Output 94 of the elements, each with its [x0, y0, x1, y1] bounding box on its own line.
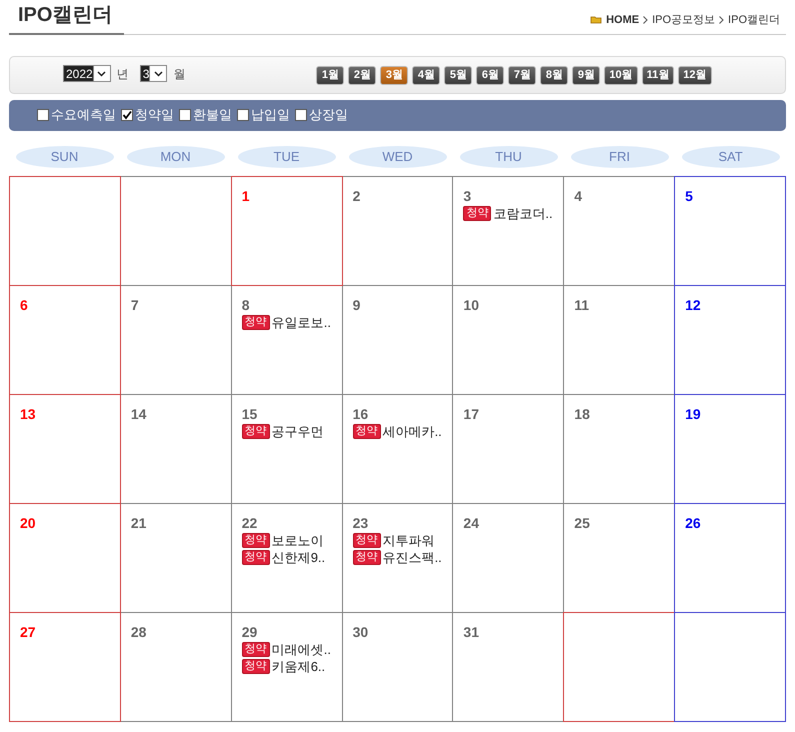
event-link[interactable]: 미래에셋..	[272, 640, 331, 660]
day-number: 2	[352, 187, 362, 205]
day-number: 28	[130, 623, 148, 641]
filter-label[interactable]: 수요예측일	[51, 104, 116, 124]
chevron-icon	[719, 16, 724, 24]
day-number: 17	[463, 405, 480, 423]
filter-label[interactable]: 납입일	[251, 104, 290, 124]
day-number: 24	[463, 514, 480, 532]
checkbox[interactable]	[121, 108, 133, 120]
month-button[interactable]: 8월	[540, 66, 568, 84]
day-number: 22	[242, 514, 258, 532]
month-button[interactable]: 4월	[412, 66, 440, 84]
unit-label: 년	[116, 66, 129, 82]
day-number: 29	[242, 623, 258, 641]
day-number: 20	[20, 514, 37, 532]
day-number: 13	[20, 405, 37, 423]
check-icon	[122, 110, 132, 120]
dropdown-field[interactable]: 3	[140, 65, 168, 82]
breadcrumb-link[interactable]: IPO캘린더	[728, 12, 780, 28]
event-link[interactable]: 신한제9..	[272, 548, 326, 568]
caret-icon	[154, 70, 163, 76]
filter-label[interactable]: 환불일	[193, 104, 232, 124]
weekday-label: FRI	[570, 146, 668, 168]
weekday-label: THU	[460, 146, 558, 168]
month-button[interactable]: 12월	[678, 66, 712, 84]
event-link[interactable]: 유일로보..	[272, 312, 331, 332]
event-link[interactable]: 보로노이	[272, 530, 324, 550]
event-link[interactable]: 지투파워	[382, 530, 435, 550]
day-number: 18	[574, 405, 591, 423]
event-badge: 청약	[242, 424, 270, 439]
month-button[interactable]: 1월	[316, 66, 344, 84]
day-number: 3	[463, 187, 472, 205]
day-number: 30	[352, 623, 370, 641]
page-title: IPO캘린더	[9, 0, 124, 35]
chevron-icon	[643, 16, 648, 24]
day-number: 11	[574, 296, 590, 314]
day-number: 4	[574, 187, 584, 205]
folder-icon	[590, 15, 602, 24]
weekday-label: SUN	[16, 146, 114, 168]
day-number: 25	[574, 514, 591, 532]
filter-label[interactable]: 상장일	[309, 104, 348, 124]
day-number: 1	[242, 187, 250, 205]
day-number: 27	[20, 623, 37, 641]
event-link[interactable]: 공구우먼	[272, 422, 324, 442]
day-number: 15	[242, 405, 258, 423]
month-button[interactable]: 10월	[604, 66, 638, 84]
month-button[interactable]: 3월	[380, 66, 408, 84]
event-link[interactable]: 코람코더..	[493, 204, 553, 224]
day-number: 12	[685, 296, 702, 314]
event-badge: 청약	[352, 533, 381, 548]
event-badge: 청약	[242, 642, 270, 657]
day-number: 14	[130, 405, 148, 423]
event-badge: 청약	[242, 533, 270, 548]
event-badge: 청약	[242, 550, 270, 565]
day-number: 21	[130, 514, 148, 532]
day-number: 23	[352, 514, 370, 532]
breadcrumb-link[interactable]: IPO공모정보	[652, 12, 716, 28]
day-number: 19	[685, 405, 702, 423]
day-number: 16	[352, 405, 370, 423]
day-number: 6	[20, 296, 29, 314]
event-badge: 청약	[463, 206, 492, 221]
checkbox[interactable]	[237, 108, 249, 120]
caret-icon	[97, 70, 106, 76]
day-number: 31	[463, 623, 480, 641]
event-link[interactable]: 세아메카..	[382, 422, 442, 442]
day-number: 8	[242, 296, 250, 314]
weekday-label: MON	[126, 146, 224, 168]
weekday-label: WED	[348, 146, 446, 168]
month-button[interactable]: 11월	[642, 66, 674, 84]
day-number: 9	[352, 296, 362, 314]
filter-label[interactable]: 청약일	[135, 104, 174, 124]
event-badge: 청약	[352, 424, 381, 439]
weekday-label: SAT	[682, 146, 780, 168]
unit-label: 월	[173, 66, 186, 82]
month-button[interactable]: 5월	[444, 66, 472, 84]
checkbox[interactable]	[295, 108, 307, 120]
day-number: 26	[685, 514, 702, 532]
month-button[interactable]: 9월	[572, 66, 600, 84]
event-link[interactable]: 키움제6..	[272, 656, 326, 676]
dropdown-field[interactable]: 2022	[63, 65, 111, 82]
month-button[interactable]: 2월	[348, 66, 376, 84]
day-number: 7	[130, 296, 140, 314]
checkbox[interactable]	[179, 108, 191, 120]
month-button[interactable]: 7월	[508, 66, 536, 84]
event-badge: 청약	[242, 659, 270, 674]
day-number: 5	[685, 187, 694, 205]
checkbox[interactable]	[37, 108, 49, 120]
weekday-label: TUE	[238, 146, 336, 168]
month-button[interactable]: 6월	[476, 66, 504, 84]
event-badge: 청약	[352, 550, 381, 565]
day-number: 10	[463, 296, 480, 314]
breadcrumb-link[interactable]: HOME	[606, 12, 640, 28]
event-link[interactable]: 유진스팩..	[382, 548, 442, 568]
event-badge: 청약	[242, 315, 270, 330]
